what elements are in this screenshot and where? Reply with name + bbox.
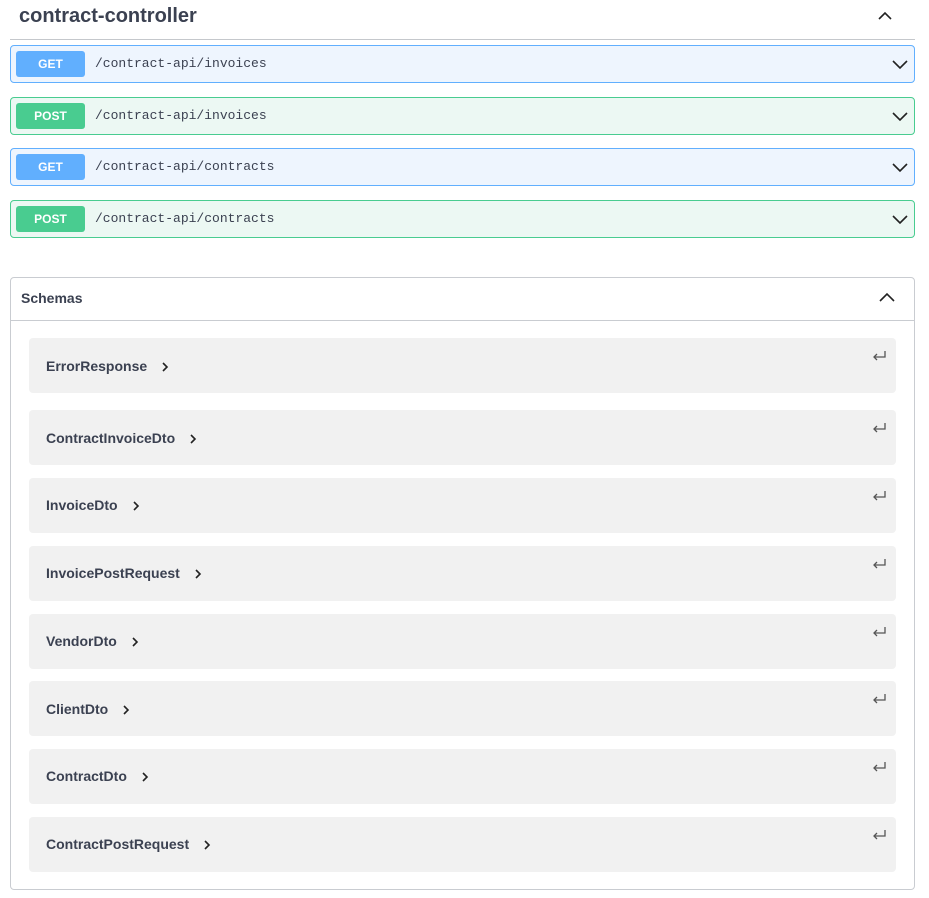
return-arrow-icon[interactable] xyxy=(872,626,886,638)
model-name: InvoicePostRequest xyxy=(46,565,180,581)
return-arrow-icon[interactable] xyxy=(872,350,886,362)
return-arrow-icon[interactable] xyxy=(872,558,886,570)
operation-post-contracts[interactable]: POST /contract-api/contracts xyxy=(10,200,915,238)
chevron-right-icon[interactable] xyxy=(189,434,197,444)
model-name: ContractDto xyxy=(46,768,127,784)
operation-path: /contract-api/invoices xyxy=(95,56,267,71)
return-arrow-icon[interactable] xyxy=(872,490,886,502)
return-arrow-icon[interactable] xyxy=(872,829,886,841)
return-arrow-icon[interactable] xyxy=(872,422,886,434)
operation-path: /contract-api/invoices xyxy=(95,108,267,123)
model-name: ContractInvoiceDto xyxy=(46,430,176,446)
model-contract-invoice-dto[interactable]: ContractInvoiceDto xyxy=(29,410,896,465)
chevron-right-icon[interactable] xyxy=(132,501,140,511)
chevron-right-icon[interactable] xyxy=(141,772,149,782)
schemas-title: Schemas xyxy=(21,290,83,306)
operation-path: /contract-api/contracts xyxy=(95,211,275,226)
model-contract-dto[interactable]: ContractDto xyxy=(29,749,896,804)
model-contract-post-request[interactable]: ContractPostRequest xyxy=(29,817,896,872)
chevron-up-icon[interactable] xyxy=(875,8,895,24)
model-vendor-dto[interactable]: VendorDto xyxy=(29,614,896,669)
method-badge: POST xyxy=(16,206,85,232)
chevron-right-icon[interactable] xyxy=(161,362,169,372)
operation-post-invoices[interactable]: POST /contract-api/invoices xyxy=(10,97,915,135)
schemas-header[interactable]: Schemas xyxy=(11,278,914,321)
model-name: VendorDto xyxy=(46,633,117,649)
chevron-down-icon[interactable] xyxy=(891,108,909,124)
model-invoice-post-request[interactable]: InvoicePostRequest xyxy=(29,546,896,601)
return-arrow-icon[interactable] xyxy=(872,761,886,773)
model-invoice-dto[interactable]: InvoiceDto xyxy=(29,478,896,533)
tag-title: contract-controller xyxy=(19,5,197,27)
model-name: ClientDto xyxy=(46,701,109,717)
chevron-right-icon[interactable] xyxy=(203,840,211,850)
chevron-right-icon[interactable] xyxy=(131,637,139,647)
operation-get-contracts[interactable]: GET /contract-api/contracts xyxy=(10,148,915,186)
method-badge: GET xyxy=(16,154,85,180)
model-name: InvoiceDto xyxy=(46,497,118,513)
chevron-right-icon[interactable] xyxy=(194,569,202,579)
chevron-right-icon[interactable] xyxy=(122,705,130,715)
tag-section-header[interactable]: contract-controller xyxy=(10,0,915,40)
chevron-down-icon[interactable] xyxy=(891,56,909,72)
schemas-section: Schemas ErrorResponse ContractInvoiceDto… xyxy=(10,277,915,890)
model-name: ContractPostRequest xyxy=(46,836,190,852)
return-arrow-icon[interactable] xyxy=(872,693,886,705)
chevron-down-icon[interactable] xyxy=(891,159,909,175)
chevron-down-icon[interactable] xyxy=(891,211,909,227)
model-client-dto[interactable]: ClientDto xyxy=(29,681,896,736)
operation-path: /contract-api/contracts xyxy=(95,159,275,174)
chevron-up-icon[interactable] xyxy=(878,290,896,306)
method-badge: POST xyxy=(16,103,85,129)
model-error-response[interactable]: ErrorResponse xyxy=(29,338,896,393)
method-badge: GET xyxy=(16,51,85,77)
operation-get-invoices[interactable]: GET /contract-api/invoices xyxy=(10,45,915,83)
model-name: ErrorResponse xyxy=(46,358,148,374)
